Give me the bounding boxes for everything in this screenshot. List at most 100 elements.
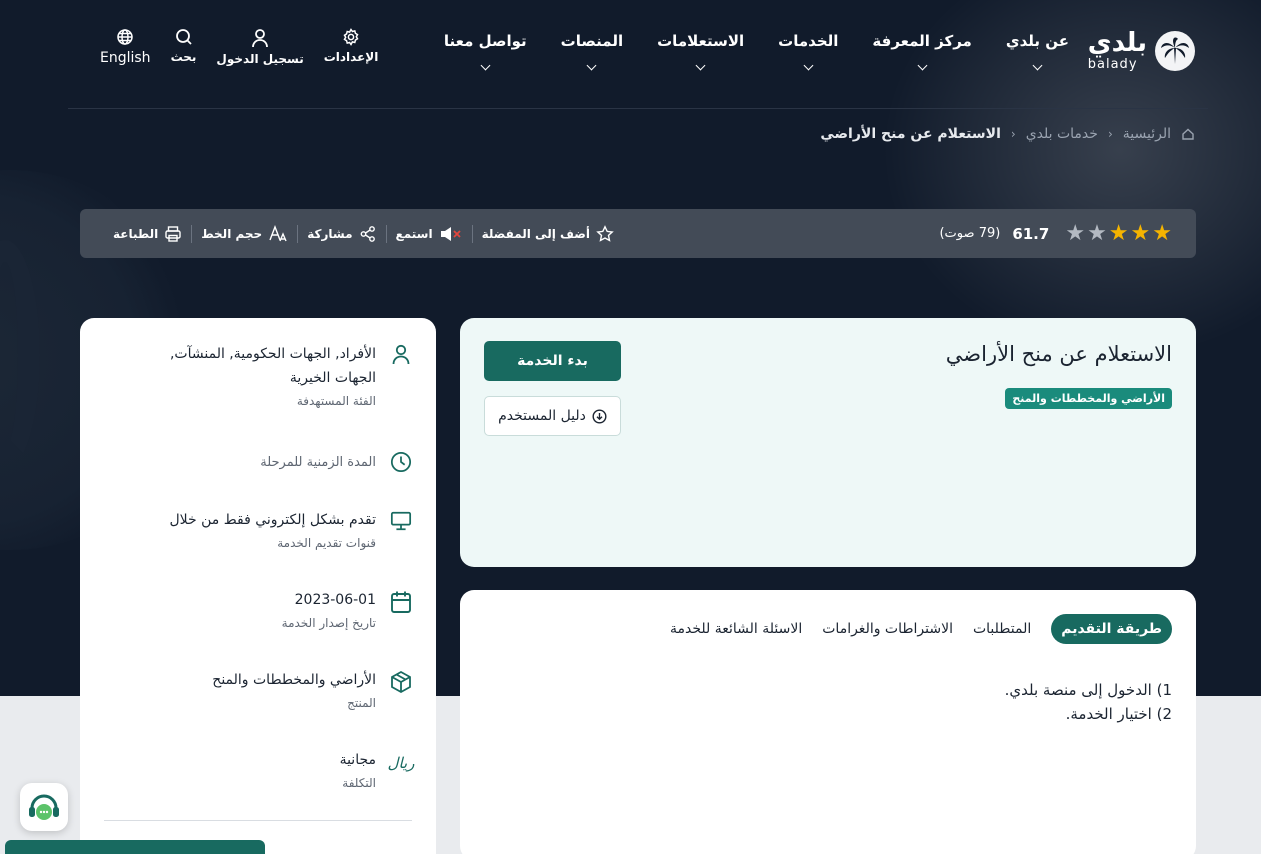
cost-label: التكلفة	[342, 776, 376, 790]
release-date-label: تاريخ إصدار الخدمة	[281, 616, 376, 630]
login-label: تسجيل الدخول	[216, 52, 304, 66]
download-icon	[592, 408, 607, 424]
service-details-card: طريقة التقديم المتطلبات الاشتراطات والغر…	[460, 590, 1196, 854]
star-icon[interactable]: ★	[1131, 222, 1151, 245]
breadcrumb-home[interactable]: الرئيسية	[1123, 126, 1171, 142]
tab-how-to-apply[interactable]: طريقة التقديم	[1051, 614, 1172, 644]
rating-score: 61.7	[1012, 224, 1050, 243]
menu-item-inquiries[interactable]: الاستعلامات	[657, 32, 745, 71]
tab-faq[interactable]: الاسئلة الشائعة للخدمة	[670, 621, 802, 637]
breadcrumb-parent[interactable]: خدمات بلدي	[1026, 126, 1098, 142]
chevron-down-icon	[480, 60, 491, 71]
share-icon	[360, 225, 375, 242]
info-row-date: 2023-06-01 تاريخ إصدار الخدمة	[102, 588, 412, 630]
speaker-mute-icon	[440, 226, 461, 241]
details-tabs: طريقة التقديم المتطلبات الاشتراطات والغر…	[670, 614, 1172, 644]
balady-logo[interactable]: بلدي balady	[1088, 30, 1195, 71]
utility-links: English بحث تسجيل الدخول الإعدادات	[100, 28, 378, 66]
language-label: English	[100, 50, 151, 66]
box-icon	[391, 670, 411, 694]
breadcrumb: الرئيسية ‹ خدمات بلدي ‹ الاستعلام عن منح…	[820, 126, 1195, 142]
menu-label: عن بلدي	[1005, 32, 1069, 50]
font-size-icon	[269, 224, 287, 241]
monitor-icon	[390, 511, 412, 531]
font-size-label: حجم الخط	[201, 226, 263, 241]
support-chat-button[interactable]	[20, 783, 68, 831]
person-icon	[392, 344, 410, 365]
service-info-card: الأفراد, الجهات الحكومية, المنشآت, الجها…	[80, 318, 436, 854]
main-menu: عن بلدي مركز المعرفة الخدمات الاستعلامات…	[443, 32, 1069, 71]
support-headset-icon	[29, 794, 59, 820]
info-row-audience: الأفراد, الجهات الحكومية, المنشآت, الجها…	[102, 342, 412, 408]
gear-icon	[343, 28, 359, 46]
header-divider	[68, 108, 1208, 109]
font-size-button[interactable]: حجم الخط	[192, 224, 299, 243]
product-value: الأراضي والمخططات والمنح	[212, 672, 376, 688]
share-label: مشاركة	[307, 226, 353, 241]
application-steps: 1) الدخول إلى منصة بلدي. 2) اختيار الخدم…	[1005, 678, 1172, 726]
tab-requirements[interactable]: المتطلبات	[973, 621, 1031, 637]
channels-label: قنوات تقديم الخدمة	[277, 536, 376, 550]
star-icon[interactable]: ★	[1087, 222, 1107, 245]
step-item: 1) الدخول إلى منصة بلدي.	[1004, 681, 1172, 699]
breadcrumb-current: الاستعلام عن منح الأراضي	[820, 126, 1001, 142]
print-label: الطباعة	[113, 226, 159, 241]
palm-logo-icon	[1155, 30, 1195, 71]
chevron-down-icon	[586, 60, 597, 71]
category-chip[interactable]: الأراضي والمخططات والمنح	[1005, 388, 1172, 409]
menu-item-contact[interactable]: تواصل معنا	[443, 32, 527, 71]
audience-label: الفئة المستهدفة	[296, 394, 376, 408]
user-icon	[252, 29, 268, 48]
menu-label: مركز المعرفة	[872, 32, 972, 50]
search-button[interactable]: بحث	[170, 28, 197, 66]
settings-button[interactable]: الإعدادات	[324, 28, 378, 66]
menu-item-services[interactable]: الخدمات	[778, 32, 838, 71]
star-outline-icon	[596, 224, 614, 242]
audience-value: الأفراد, الجهات الحكومية, المنشآت,	[169, 346, 376, 362]
logo-english-text: balady	[1087, 57, 1138, 72]
service-title: الاستعلام عن منح الأراضي	[945, 342, 1172, 366]
audience-value-continued: الجهات الخيرية	[289, 370, 376, 386]
info-divider	[104, 820, 412, 821]
start-service-button[interactable]: بدء الخدمة	[484, 341, 621, 381]
cost-value: مجانية	[339, 752, 376, 768]
bottom-floating-bar[interactable]	[5, 840, 265, 854]
print-button[interactable]: الطباعة	[104, 224, 193, 243]
chevron-left-icon: ‹	[1010, 127, 1016, 141]
share-button[interactable]: مشاركة	[298, 224, 387, 243]
login-button[interactable]: تسجيل الدخول	[216, 28, 304, 66]
star-icon[interactable]: ★	[1152, 222, 1172, 245]
menu-item-knowledge[interactable]: مركز المعرفة	[872, 32, 972, 71]
chevron-down-icon	[803, 60, 814, 71]
step-item: 2) اختيار الخدمة.	[1065, 705, 1172, 723]
release-date-value: 2023-06-01	[294, 592, 376, 608]
rating-votes: (79 صوت)	[939, 226, 1001, 241]
info-row-duration: المدة الزمنية للمرحلة	[102, 448, 412, 474]
listen-label: استمع	[395, 226, 433, 241]
tab-conditions-fines[interactable]: الاشتراطات والغرامات	[822, 621, 953, 637]
language-switch[interactable]: English	[100, 28, 151, 66]
favorite-button[interactable]: أضف إلى المفضلة	[473, 224, 623, 243]
clock-icon	[390, 451, 412, 473]
search-icon	[175, 29, 192, 45]
favorite-label: أضف إلى المفضلة	[481, 226, 590, 241]
menu-label: تواصل معنا	[443, 32, 527, 50]
menu-item-platforms[interactable]: المنصات	[560, 32, 624, 71]
duration-label: المدة الزمنية للمرحلة	[260, 454, 376, 470]
toolbar-actions: أضف إلى المفضلة استمع مشاركة حجم الخط ال…	[104, 224, 623, 243]
channels-value: تقدم بشكل إلكتروني فقط من خلال	[169, 512, 376, 528]
star-icon[interactable]: ★	[1109, 222, 1129, 245]
service-header-card: الاستعلام عن منح الأراضي الأراضي والمخطط…	[460, 318, 1196, 567]
chevron-down-icon	[1032, 60, 1043, 71]
home-icon[interactable]	[1181, 127, 1195, 141]
menu-label: المنصات	[560, 32, 624, 50]
menu-label: الاستعلامات	[657, 32, 745, 50]
menu-item-about[interactable]: عن بلدي	[1005, 32, 1069, 71]
listen-button[interactable]: استمع	[387, 224, 473, 243]
page-toolbar: ★ ★ ★ ★ ★ 61.7 (79 صوت) أضف إلى المفضلة …	[80, 209, 1196, 258]
service-rating[interactable]: ★ ★ ★ ★ ★ 61.7 (79 صوت)	[939, 222, 1172, 245]
search-label: بحث	[170, 50, 197, 64]
user-guide-button[interactable]: دليل المستخدم	[484, 396, 621, 436]
top-navigation: بلدي balady عن بلدي مركز المعرفة الخدمات…	[0, 0, 1261, 108]
star-icon[interactable]: ★	[1065, 222, 1085, 245]
